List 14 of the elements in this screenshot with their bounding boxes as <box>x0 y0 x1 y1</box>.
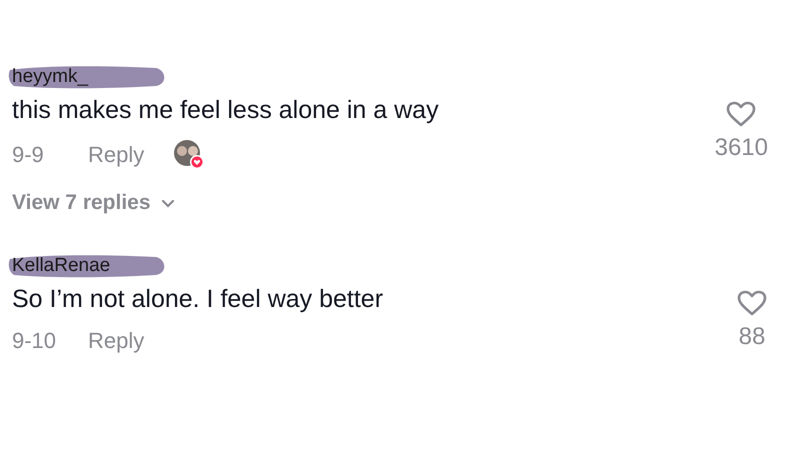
heart-like-button[interactable] <box>725 100 758 128</box>
like-count: 88 <box>738 323 766 351</box>
comment-text: this makes me feel less alone in a way <box>12 96 440 125</box>
chevron-down-icon <box>160 198 175 208</box>
view-replies-button[interactable]: View 7 replies <box>12 191 175 215</box>
heart-like-button[interactable] <box>736 289 768 317</box>
comment-date: 9-9 <box>12 142 45 168</box>
comment-date: 9-10 <box>12 328 58 354</box>
reply-button[interactable]: Reply <box>88 142 144 168</box>
username: heyymk_ <box>12 66 88 88</box>
comment-text: So I’m not alone. I feel way better <box>12 285 384 314</box>
username: KellaRenae <box>12 255 110 277</box>
reply-button[interactable]: Reply <box>88 328 144 354</box>
like-count: 3610 <box>714 134 768 162</box>
